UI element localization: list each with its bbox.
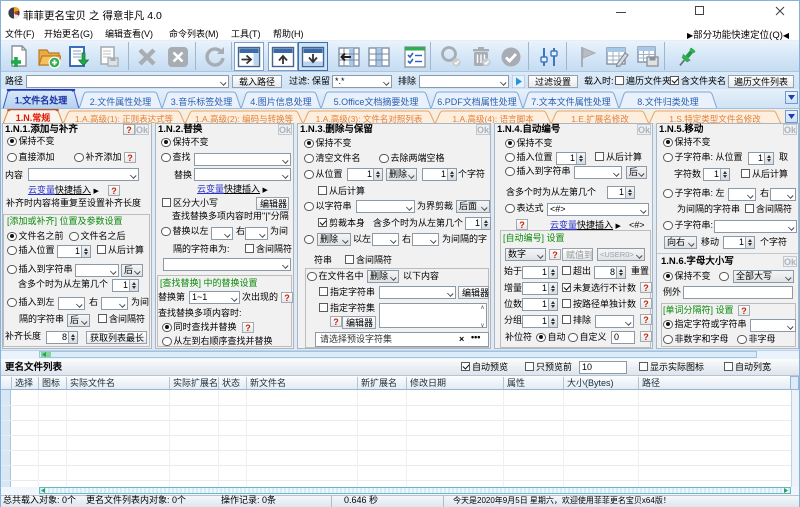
svg-text:8.文件归类处理: 8.文件归类处理 <box>637 96 699 107</box>
svg-text:1.N.常规: 1.N.常规 <box>16 112 51 123</box>
svg-text:4.图片信息处理: 4.图片信息处理 <box>250 96 312 107</box>
svg-text:2.文件属性处理: 2.文件属性处理 <box>90 96 152 107</box>
svg-text:7.文本文件属性处理: 7.文本文件属性处理 <box>531 96 611 107</box>
svg-text:6.PDF文档属性处理: 6.PDF文档属性处理 <box>437 96 517 107</box>
svg-text:5.Office文档摘要处理: 5.Office文档摘要处理 <box>334 96 419 107</box>
svg-text:1.文件名处理: 1.文件名处理 <box>15 95 68 106</box>
svg-text:3.音乐标签处理: 3.音乐标签处理 <box>171 96 233 107</box>
